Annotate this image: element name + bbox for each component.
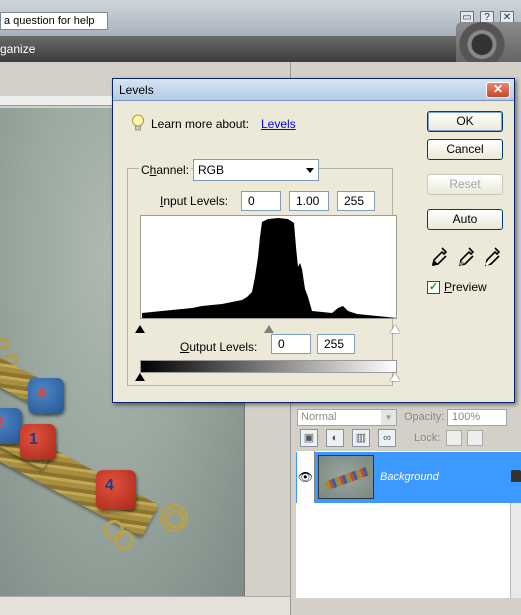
input-gamma-field[interactable]: 1.00 bbox=[289, 191, 329, 211]
title-bar: a question for help ▭ ? ✕ bbox=[0, 0, 521, 36]
output-gradient-bar bbox=[140, 360, 397, 373]
black-eyedropper-icon[interactable] bbox=[431, 247, 447, 267]
auto-button[interactable]: Auto bbox=[427, 209, 503, 230]
layer-thumbnail bbox=[318, 455, 374, 499]
blend-mode-select[interactable]: Normal ▼ bbox=[297, 409, 397, 426]
preview-checkbox[interactable]: ✓ bbox=[427, 281, 440, 294]
layers-scrollbar[interactable] bbox=[510, 503, 521, 598]
chevron-down-icon bbox=[306, 168, 314, 173]
channel-label: Channel: bbox=[139, 163, 192, 177]
levels-help-link[interactable]: Levels bbox=[261, 117, 296, 131]
trash-icon[interactable]: ▥ bbox=[352, 429, 370, 447]
layer-lock-icon bbox=[511, 470, 521, 482]
opacity-label: Opacity: bbox=[404, 411, 445, 423]
output-white-field[interactable]: 255 bbox=[317, 334, 355, 354]
channel-value: RGB bbox=[198, 163, 225, 177]
close-icon[interactable]: ✕ bbox=[486, 82, 510, 98]
chain-link bbox=[0, 338, 10, 350]
help-search-input[interactable]: a question for help bbox=[0, 12, 108, 30]
learn-more-label: Learn more about: bbox=[151, 117, 250, 131]
dice: 1 bbox=[20, 424, 56, 460]
eye-icon[interactable]: 👁 bbox=[297, 451, 315, 503]
preview-label[interactable]: Preview bbox=[444, 280, 487, 294]
jump-ring bbox=[166, 510, 184, 528]
layers-list-empty bbox=[296, 503, 521, 598]
layer-toolbar: ▣ ◐ ▥ ∞ bbox=[300, 429, 396, 447]
output-black-field[interactable]: 0 bbox=[271, 334, 311, 354]
input-white-field[interactable]: 255 bbox=[337, 191, 375, 211]
link-icon[interactable]: ∞ bbox=[378, 429, 396, 447]
lightbulb-icon bbox=[132, 114, 144, 131]
dialog-title: Levels bbox=[119, 83, 154, 97]
lock-label: Lock: bbox=[414, 432, 441, 444]
opacity-input[interactable]: 100% bbox=[447, 409, 507, 426]
dialog-title-bar[interactable]: Levels ✕ bbox=[113, 79, 514, 101]
black-point-handle[interactable] bbox=[135, 325, 145, 333]
white-point-handle[interactable] bbox=[390, 325, 400, 333]
organize-menu[interactable]: ganize bbox=[0, 42, 35, 56]
horizontal-scrollbar[interactable] bbox=[0, 596, 290, 615]
input-black-field[interactable]: 0 bbox=[241, 191, 281, 211]
jump-ring bbox=[114, 530, 134, 550]
output-black-handle[interactable] bbox=[135, 373, 145, 381]
lock-transparency-icon[interactable] bbox=[446, 430, 462, 446]
output-white-handle[interactable] bbox=[390, 373, 400, 381]
histogram-graph bbox=[142, 218, 396, 318]
layer-name: Background bbox=[380, 471, 439, 483]
histogram bbox=[140, 215, 397, 319]
shortcuts-bar: ganize bbox=[0, 36, 521, 62]
palette-edge bbox=[514, 96, 521, 396]
new-layer-icon[interactable]: ▣ bbox=[300, 429, 318, 447]
gamma-handle[interactable] bbox=[264, 325, 274, 333]
chevron-down-icon: ▼ bbox=[381, 410, 396, 425]
adjustment-layer-icon[interactable]: ◐ bbox=[326, 429, 344, 447]
levels-dialog: Levels ✕ Learn more about: Levels Channe… bbox=[112, 78, 515, 403]
dice: 4 bbox=[28, 378, 64, 414]
ok-button[interactable]: OK bbox=[427, 111, 503, 132]
dice: 4 bbox=[96, 470, 136, 510]
output-levels-slider[interactable] bbox=[135, 373, 400, 383]
lock-all-icon[interactable] bbox=[467, 430, 483, 446]
input-levels-slider[interactable] bbox=[135, 325, 400, 335]
blend-mode-value: Normal bbox=[301, 411, 337, 423]
output-levels-label: Output Levels: bbox=[180, 340, 258, 354]
channel-select[interactable]: RGB bbox=[193, 159, 319, 181]
dice: 2 bbox=[0, 408, 22, 444]
cancel-button[interactable]: Cancel bbox=[427, 139, 503, 160]
input-levels-label: Input Levels: bbox=[160, 194, 229, 208]
white-eyedropper-icon[interactable] bbox=[484, 247, 500, 267]
gray-eyedropper-icon[interactable] bbox=[458, 247, 474, 267]
reset-button[interactable]: Reset bbox=[427, 174, 503, 195]
